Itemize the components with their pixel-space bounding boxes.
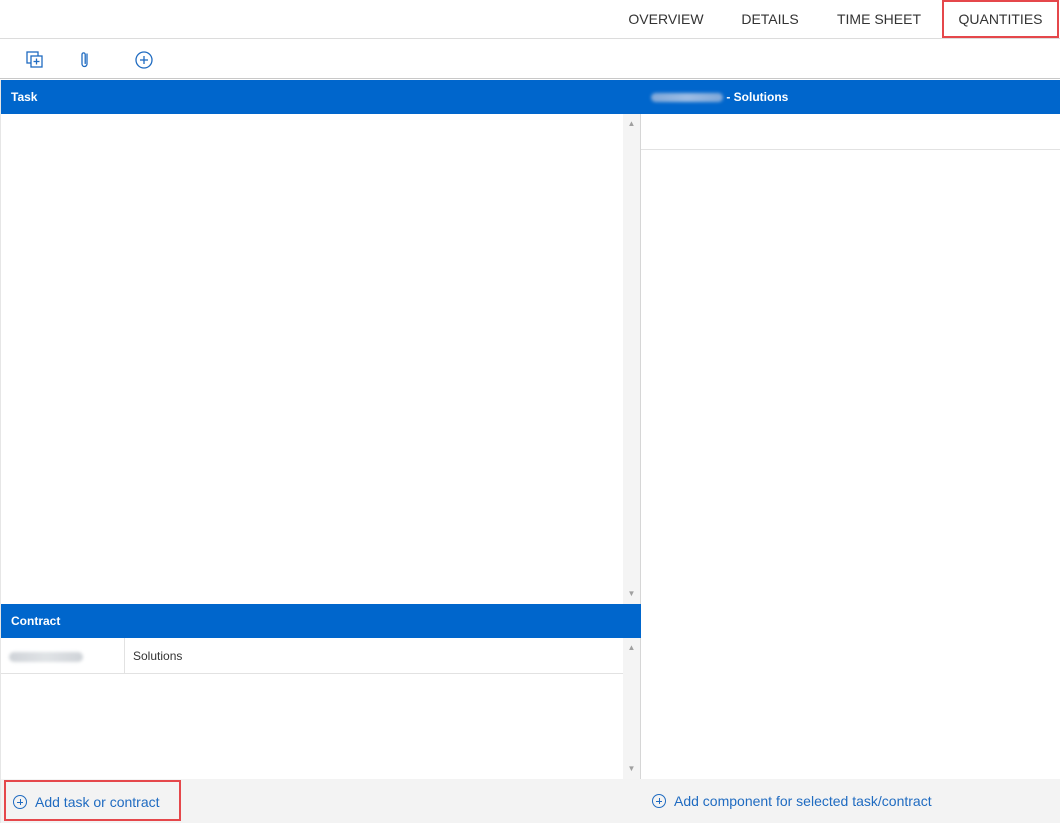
task-scrollbar[interactable]: ▲ ▼	[623, 114, 640, 604]
add-component-button[interactable]: Add component for selected task/contract	[652, 779, 932, 823]
left-column: Task ▲ ▼ Contract Solutions ▲ ▼ Add task…	[0, 80, 641, 823]
add-circle-icon	[652, 794, 666, 808]
contract-id-cell	[1, 638, 125, 674]
tab-quantities[interactable]: QUANTITIES	[942, 0, 1059, 38]
task-panel-header: Task	[1, 80, 641, 114]
scroll-down-icon[interactable]: ▼	[623, 587, 640, 601]
add-circle-icon	[13, 795, 27, 809]
tab-time-sheet[interactable]: TIME SHEET	[828, 0, 930, 38]
components-header-suffix: - Solutions	[726, 90, 789, 104]
task-header-label: Task	[11, 90, 38, 104]
redacted-id	[9, 651, 83, 662]
components-list[interactable]	[641, 114, 1060, 779]
scroll-down-icon[interactable]: ▼	[623, 762, 640, 776]
tab-details[interactable]: DETAILS	[728, 0, 812, 38]
toolbar	[0, 39, 1060, 79]
contract-name: Solutions	[133, 649, 183, 663]
contract-name-cell: Solutions	[125, 638, 623, 674]
contract-row[interactable]: Solutions	[1, 638, 623, 674]
task-list[interactable]	[1, 114, 623, 604]
components-header-row	[641, 114, 1060, 150]
scroll-up-icon[interactable]: ▲	[623, 117, 640, 131]
scroll-up-icon[interactable]: ▲	[623, 641, 640, 655]
contract-scrollbar[interactable]: ▲ ▼	[623, 638, 640, 779]
add-component-label: Add component for selected task/contract	[674, 793, 932, 809]
tab-bar: OVERVIEW DETAILS TIME SHEET QUANTITIES	[0, 0, 1060, 39]
right-footer: Add component for selected task/contract	[641, 779, 1060, 823]
left-footer: Add task or contract	[1, 779, 641, 823]
components-panel-header: - Solutions	[641, 80, 1060, 114]
contract-header-label: Contract	[11, 614, 61, 628]
copy-add-icon[interactable]	[24, 49, 46, 71]
contract-list: Solutions	[1, 638, 623, 779]
tab-overview[interactable]: OVERVIEW	[620, 0, 712, 38]
add-task-label: Add task or contract	[35, 794, 160, 810]
redacted-contract-id	[651, 93, 723, 103]
add-task-or-contract-button[interactable]: Add task or contract	[4, 780, 181, 821]
paperclip-icon[interactable]	[74, 49, 96, 71]
right-column: - Solutions Add component for selected t…	[641, 80, 1060, 823]
add-circle-icon[interactable]	[133, 49, 155, 71]
contract-panel-header: Contract	[1, 604, 641, 638]
